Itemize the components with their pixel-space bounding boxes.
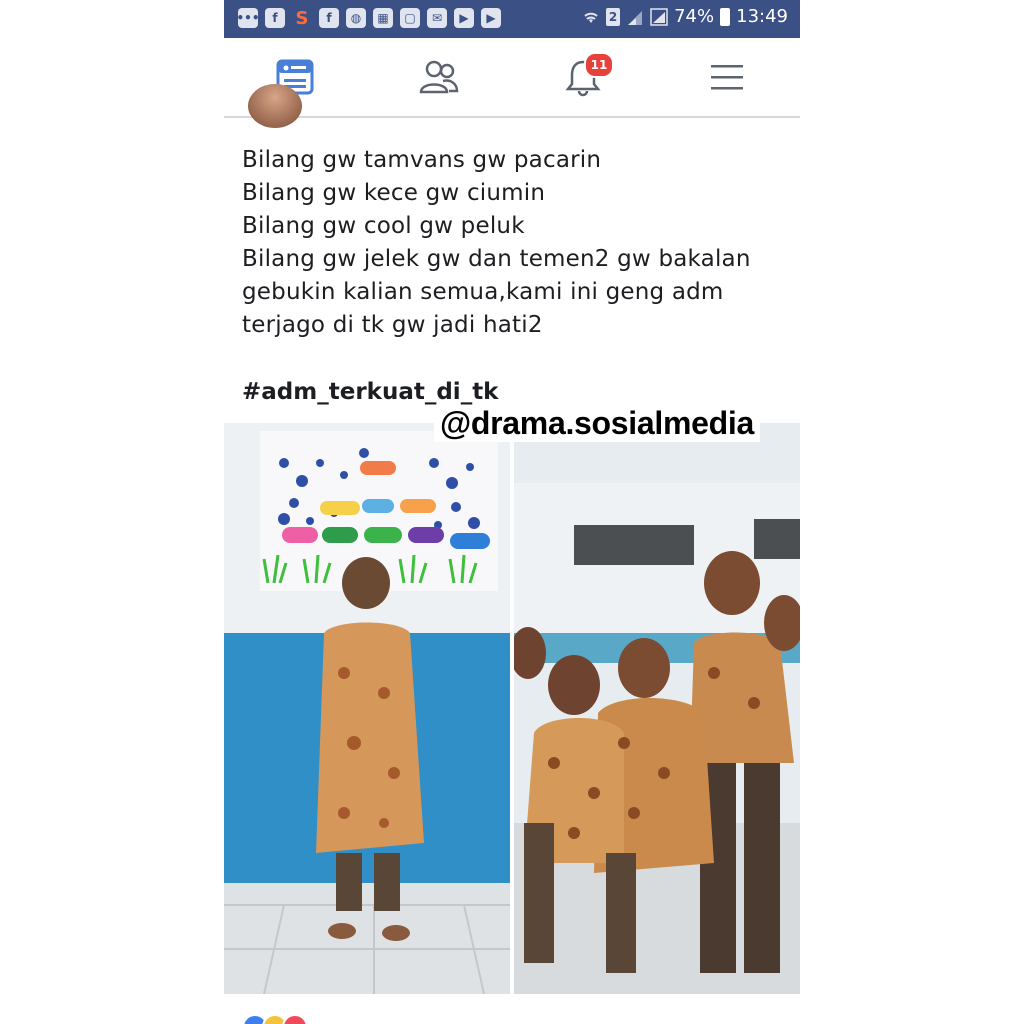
watermark: @drama.sosialmedia xyxy=(434,405,760,442)
line-icon: ◍ xyxy=(346,8,366,28)
wifi-icon xyxy=(584,12,598,23)
bbm-icon: ▦ xyxy=(373,8,393,28)
author-avatar[interactable] xyxy=(248,84,302,128)
s-icon: S xyxy=(295,7,309,29)
notification-icons: ••• f S f ◍ ▦ ▢ ✉ ▶ ▶ xyxy=(237,7,501,29)
file-icon: ▢ xyxy=(400,8,420,28)
post-line: terjago di tk gw jadi hati2 xyxy=(242,312,543,338)
phone-screen: ••• f S f ◍ ▦ ▢ ✉ ▶ ▶ 2 74% 13:49 11 Bil… xyxy=(224,0,800,1024)
post-line: Bilang gw jelek gw dan temen2 gw bakalan xyxy=(242,246,751,272)
menu-tab[interactable] xyxy=(706,56,748,98)
facebook-icon: f xyxy=(319,8,339,28)
love-reaction-icon xyxy=(282,1014,308,1024)
post-photo-right[interactable] xyxy=(514,423,800,994)
reaction-summary[interactable] xyxy=(242,1014,308,1024)
signal-icon xyxy=(650,7,668,26)
youtube-icon: ▶ xyxy=(454,8,474,28)
friends-icon xyxy=(419,60,459,94)
chat-icon: ••• xyxy=(237,8,260,28)
notification-badge: 11 xyxy=(584,52,614,78)
status-bar: ••• f S f ◍ ▦ ▢ ✉ ▶ ▶ 2 74% 13:49 xyxy=(224,0,800,38)
youtube-icon: ▶ xyxy=(481,8,501,28)
facebook-nav-bar: 11 xyxy=(224,38,800,118)
menu-icon xyxy=(711,65,743,90)
post-line: gebukin kalian semua,kami ini geng adm xyxy=(242,279,724,305)
mail-icon: ✉ xyxy=(427,8,447,28)
friends-tab[interactable] xyxy=(418,56,460,98)
post-line: Bilang gw cool gw peluk xyxy=(242,213,525,239)
status-right: 2 74% 13:49 xyxy=(582,6,788,27)
battery-icon xyxy=(720,7,731,26)
signal-icon xyxy=(628,10,643,25)
post-photo-left[interactable] xyxy=(224,423,510,994)
post-line: Bilang gw tamvans gw pacarin xyxy=(242,147,602,173)
sim-badge: 2 xyxy=(606,7,621,26)
post-text: Bilang gw tamvans gw pacarin Bilang gw k… xyxy=(242,144,782,342)
facebook-icon: f xyxy=(265,8,285,28)
clock: 13:49 xyxy=(736,6,788,27)
battery-percent: 74% xyxy=(674,6,715,27)
post-line: Bilang gw kece gw ciumin xyxy=(242,180,546,206)
notifications-tab[interactable]: 11 xyxy=(562,52,614,98)
